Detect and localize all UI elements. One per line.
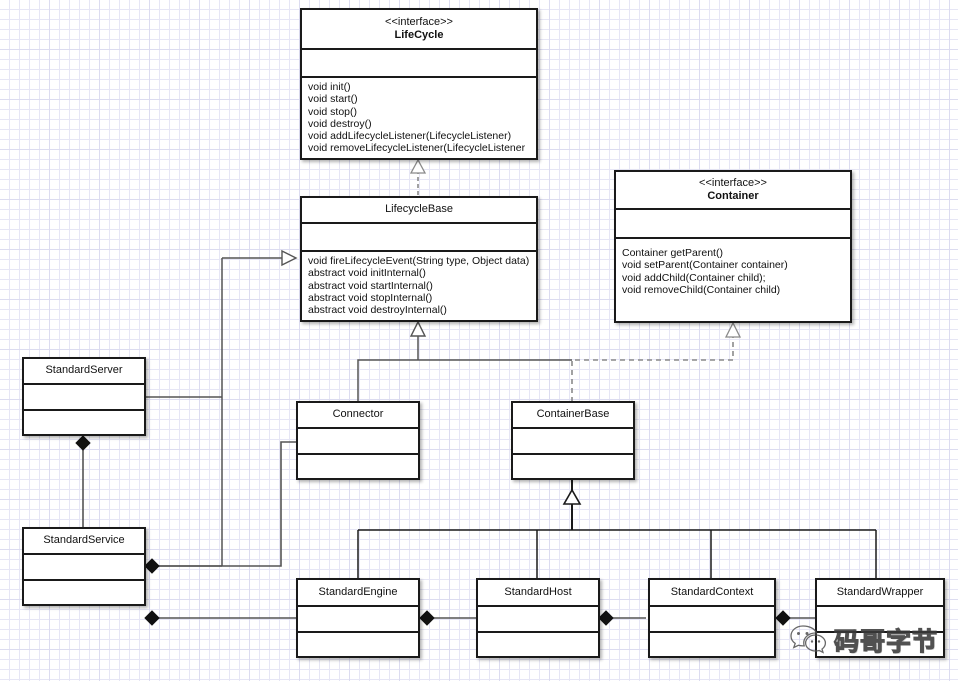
operation-item: void removeLifecycleListener(LifecycleLi…	[308, 142, 526, 155]
operation-item: void init()	[308, 81, 351, 93]
class-title-container: <<interface>> Container	[616, 172, 850, 210]
class-title-standardwrapper: StandardWrapper	[817, 580, 943, 607]
class-name: StandardHost	[504, 585, 572, 598]
class-attributes-standardhost	[478, 607, 598, 633]
class-title-lifecycle: <<interface>> LifeCycle	[302, 10, 536, 50]
edge-lifecyclebase-realizes-lifecycle	[409, 158, 427, 195]
class-attributes-standardcontext	[650, 607, 774, 633]
operation-item: void setParent(Container container)	[622, 259, 788, 272]
class-title-standardcontext: StandardContext	[650, 580, 774, 607]
class-name: Connector	[332, 408, 384, 420]
class-box-standardserver[interactable]: StandardServer	[22, 357, 146, 436]
class-operations-standardserver	[24, 411, 144, 434]
edge-standardserver-composes-standardservice	[75, 435, 91, 528]
edge-standardcontext-composes-standardwrapper	[775, 610, 816, 626]
operation-item: abstract void initInternal()	[308, 267, 426, 280]
edge-standardservice-composes-standardengine	[144, 610, 296, 626]
operation-item: void removeChild(Container child)	[622, 283, 781, 296]
class-operations-connector	[298, 455, 418, 478]
operation-item: void addChild(Container child);	[622, 271, 766, 284]
class-box-container[interactable]: <<interface>> Container Container getPar…	[614, 170, 852, 323]
class-stereotype: <<interface>>	[385, 15, 453, 28]
class-box-standardservice[interactable]: StandardService	[22, 527, 146, 606]
class-box-standardcontext[interactable]: StandardContext	[648, 578, 776, 658]
class-name: StandardServer	[45, 364, 123, 376]
operation-item: abstract void stopInternal()	[308, 291, 433, 304]
class-name: StandardService	[43, 534, 125, 546]
operation-item: Container getParent()	[622, 247, 723, 259]
operation-item: abstract void destroyInternal()	[308, 304, 447, 317]
edge-standardhost-composes-standardcontext	[598, 610, 646, 626]
class-box-lifecycle[interactable]: <<interface>> LifeCycle void init() void…	[300, 8, 538, 160]
class-attributes-standardengine	[298, 607, 418, 633]
class-operations-container: Container getParent() void setParent(Con…	[616, 239, 850, 321]
class-attributes-container	[616, 210, 850, 239]
class-operations-standardcontext	[650, 633, 774, 656]
class-box-standardwrapper[interactable]: StandardWrapper	[815, 578, 945, 658]
class-title-lifecyclebase: LifecycleBase	[302, 198, 536, 224]
operation-item: void destroy()	[308, 117, 372, 130]
operation-item: void start()	[308, 93, 358, 106]
class-operations-standardengine	[298, 633, 418, 656]
class-name: LifeCycle	[394, 28, 444, 41]
class-attributes-standardserver	[24, 385, 144, 411]
class-attributes-standardwrapper	[817, 607, 943, 633]
class-title-containerbase: ContainerBase	[513, 403, 633, 429]
class-name: StandardEngine	[318, 585, 398, 598]
class-name: ContainerBase	[536, 408, 610, 420]
edge-standardengine-composes-standardhost	[419, 610, 477, 626]
edge-standardservice-composes-connector	[144, 441, 296, 574]
class-title-connector: Connector	[298, 403, 418, 429]
class-attributes-containerbase	[513, 429, 633, 455]
edge-standardserver-standardservice-extends-lifecyclebase	[146, 249, 298, 567]
edge-containerbase-children-generalization	[357, 478, 877, 578]
class-attributes-lifecyclebase	[302, 224, 536, 252]
class-title-standardservice: StandardService	[24, 529, 144, 555]
class-name: Container	[707, 189, 759, 202]
class-operations-standardservice	[24, 581, 144, 604]
class-attributes-lifecycle	[302, 50, 536, 78]
class-operations-lifecyclebase: void fireLifecycleEvent(String type, Obj…	[302, 252, 536, 320]
class-operations-standardhost	[478, 633, 598, 656]
class-attributes-connector	[298, 429, 418, 455]
operation-item: void fireLifecycleEvent(String type, Obj…	[308, 255, 530, 267]
class-name: StandardWrapper	[836, 585, 924, 598]
class-box-standardengine[interactable]: StandardEngine	[296, 578, 420, 658]
operation-item: void stop()	[308, 105, 358, 118]
class-name: StandardContext	[670, 585, 754, 598]
class-title-standardserver: StandardServer	[24, 359, 144, 385]
class-operations-containerbase	[513, 455, 633, 478]
class-box-containerbase[interactable]: ContainerBase	[511, 401, 635, 480]
edge-connector-containerbase-extends-lifecyclebase	[357, 320, 572, 402]
class-name: LifecycleBase	[385, 203, 453, 215]
class-title-standardengine: StandardEngine	[298, 580, 418, 607]
class-operations-standardwrapper	[817, 633, 943, 656]
class-box-connector[interactable]: Connector	[296, 401, 420, 480]
class-attributes-standardservice	[24, 555, 144, 581]
operation-item: abstract void startInternal()	[308, 279, 433, 292]
class-operations-lifecycle: void init() void start() void stop() voi…	[302, 78, 536, 158]
class-box-lifecyclebase[interactable]: LifecycleBase void fireLifecycleEvent(St…	[300, 196, 538, 322]
class-box-standardhost[interactable]: StandardHost	[476, 578, 600, 658]
operation-item: void addLifecycleListener(LifecycleListe…	[308, 130, 512, 143]
uml-diagram-canvas: <<interface>> LifeCycle void init() void…	[0, 0, 958, 681]
edge-containerbase-realizes-container	[571, 321, 742, 402]
class-title-standardhost: StandardHost	[478, 580, 598, 607]
class-stereotype: <<interface>>	[699, 176, 767, 189]
